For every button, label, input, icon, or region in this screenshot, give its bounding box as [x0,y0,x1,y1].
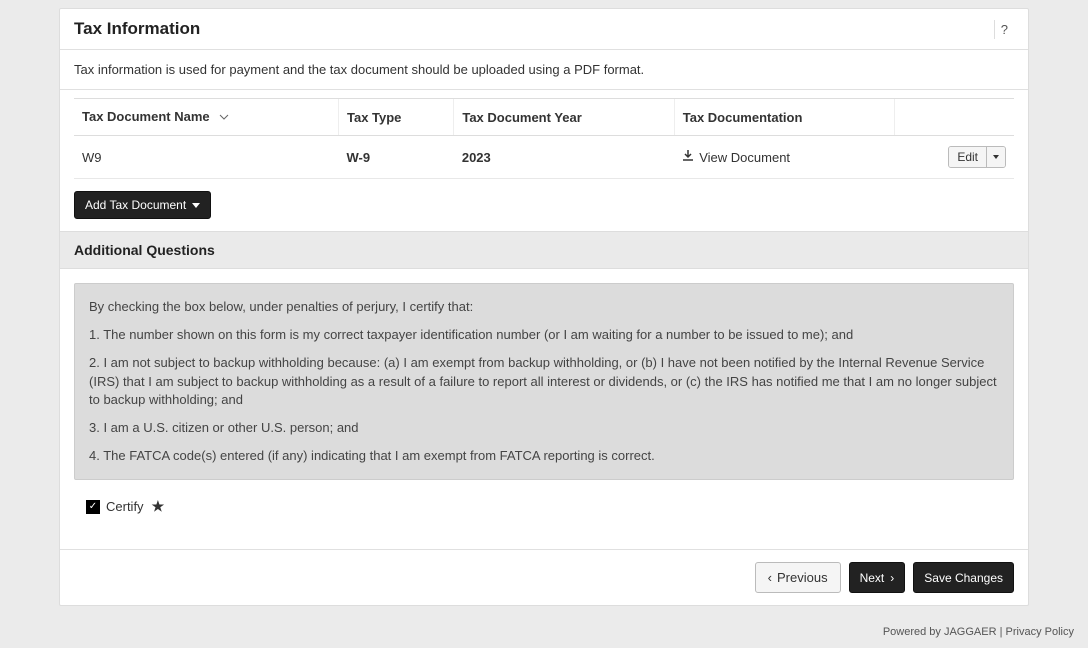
card-header: Tax Information ? [60,9,1028,50]
cell-documentation: View Document [674,136,895,179]
save-changes-label: Save Changes [924,571,1003,585]
caret-down-icon [192,203,200,208]
required-star-icon: ★ [152,498,165,515]
powered-by-text: Powered by [883,626,941,638]
col-documentation[interactable]: Tax Documentation [674,99,895,136]
add-button-row: Add Tax Document [60,179,1028,231]
previous-button[interactable]: ‹ Previous [755,562,841,593]
info-text: Tax information is used for payment and … [60,50,1028,90]
col-document-year-label: Tax Document Year [462,110,581,125]
col-document-name[interactable]: Tax Document Name [74,99,338,136]
additional-questions-header: Additional Questions [60,231,1028,269]
col-actions [895,99,1014,136]
next-button[interactable]: Next › [849,562,906,593]
chevron-right-icon: › [890,571,894,585]
certify-item-1: 1. The number shown on this form is my c… [89,326,999,344]
certify-item-4: 4. The FATCA code(s) entered (if any) in… [89,447,999,465]
col-tax-type-label: Tax Type [347,110,401,125]
help-icon[interactable]: ? [994,20,1014,39]
col-documentation-label: Tax Documentation [683,110,803,125]
certify-row: ✓ Certify ★ [60,494,1028,529]
view-document-link[interactable]: View Document [682,150,790,165]
edit-button-group: Edit [948,146,1006,168]
caret-down-icon [993,155,999,159]
card-title: Tax Information [74,19,200,39]
table-row: W9 W-9 2023 View Document [74,136,1014,179]
privacy-policy-link[interactable]: Privacy Policy [1006,626,1074,638]
page-footer: Powered by JAGGAER | Privacy Policy [0,606,1088,648]
col-tax-type[interactable]: Tax Type [338,99,453,136]
certify-item-2: 2. I am not subject to backup withholdin… [89,354,999,409]
view-document-label: View Document [699,150,790,165]
certification-panel: By checking the box below, under penalti… [74,283,1014,480]
sort-icon [219,110,229,125]
col-document-name-label: Tax Document Name [82,109,210,124]
save-changes-button[interactable]: Save Changes [913,562,1014,593]
certify-item-3: 3. I am a U.S. citizen or other U.S. per… [89,419,999,437]
add-tax-document-label: Add Tax Document [85,198,186,212]
tax-info-card: Tax Information ? Tax information is use… [59,8,1029,606]
cell-tax-type: W-9 [338,136,453,179]
table-header-row: Tax Document Name Tax Type Tax Document … [74,99,1014,136]
certify-intro: By checking the box below, under penalti… [89,298,999,316]
cell-document-name: W9 [74,136,338,179]
col-document-year[interactable]: Tax Document Year [454,99,674,136]
footer-separator: | [997,626,1006,638]
card-footer: ‹ Previous Next › Save Changes [60,549,1028,605]
certify-checkbox[interactable]: ✓ [86,500,100,514]
cell-actions: Edit [895,136,1014,179]
chevron-left-icon: ‹ [768,570,772,585]
brand-link[interactable]: JAGGAER [944,626,997,638]
certify-label: Certify [106,499,144,514]
cell-document-year: 2023 [454,136,674,179]
previous-label: Previous [777,570,828,585]
download-icon [682,150,694,165]
next-label: Next [860,571,885,585]
edit-button[interactable]: Edit [949,147,986,167]
edit-dropdown-button[interactable] [986,147,1005,167]
tax-documents-table: Tax Document Name Tax Type Tax Document … [60,98,1028,179]
card-body: Tax information is used for payment and … [60,50,1028,605]
add-tax-document-button[interactable]: Add Tax Document [74,191,211,219]
